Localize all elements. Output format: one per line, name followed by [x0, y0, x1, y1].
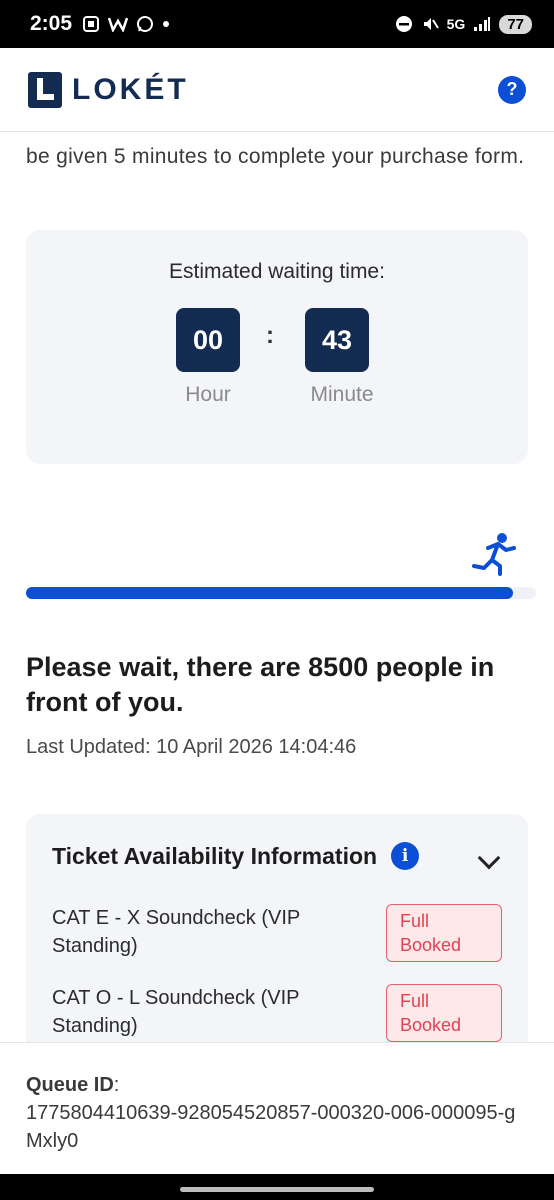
- waiting-time-title: Estimated waiting time:: [169, 260, 385, 283]
- availability-title: Ticket Availability Information: [52, 842, 378, 869]
- hour-value: 00: [176, 308, 240, 372]
- screenshot-icon: [83, 16, 100, 32]
- system-navigation-bar: [0, 1174, 554, 1200]
- hour-label: Hour: [185, 383, 231, 406]
- status-bar: 2:05 5G 77: [0, 0, 554, 48]
- info-icon[interactable]: i: [391, 842, 420, 870]
- ticket-name: CAT O - L Soundcheck (VIP Standing): [52, 987, 300, 1037]
- time-separator: :: [266, 322, 274, 349]
- logo-mark-icon: [28, 71, 62, 108]
- queue-id-label: Queue ID: [26, 1074, 114, 1096]
- status-badge: Full Booked: [386, 904, 502, 962]
- status-notification-icons: [82, 15, 170, 33]
- signal-icon: [474, 17, 491, 31]
- intro-text: be given 5 minutes to complete your purc…: [26, 145, 525, 168]
- app-header: LOKÉT ?: [0, 48, 554, 132]
- minute-label: Minute: [310, 383, 374, 406]
- network-type: 5G: [446, 16, 466, 32]
- whatsapp-icon: [137, 16, 154, 32]
- running-person-icon: [472, 533, 516, 576]
- last-updated-text: Last Updated: 10 April 2026 14:04:46: [26, 736, 357, 758]
- chevron-down-icon[interactable]: [477, 846, 501, 870]
- minute-value: 43: [305, 308, 369, 372]
- queue-progress-bar: [26, 587, 536, 599]
- loket-logo[interactable]: LOKÉT: [28, 71, 189, 108]
- help-icon: ?: [506, 79, 518, 99]
- ticket-name: CAT E - X Soundcheck (VIP Standing): [52, 907, 300, 957]
- availability-header: Ticket Availability Information i: [52, 842, 420, 870]
- queue-id-colon: :: [113, 1074, 120, 1096]
- queue-id-line: Queue ID:: [26, 1071, 528, 1099]
- dot-icon: [163, 21, 170, 27]
- queue-id-value: 1775804410639-928054520857-000320-006-00…: [26, 1102, 516, 1152]
- queue-position-heading: Please wait, there are 8500 people in fr…: [26, 652, 495, 717]
- queue-progress-fill: [26, 587, 514, 599]
- home-gesture-handle[interactable]: [180, 1187, 374, 1192]
- help-button[interactable]: ?: [498, 75, 526, 104]
- queue-id-footer: Queue ID: 1775804410639-928054520857-000…: [0, 1042, 554, 1174]
- w-app-icon: [108, 17, 129, 32]
- ticket-availability-card: Ticket Availability Information i CAT E …: [26, 814, 528, 1042]
- do-not-disturb-icon: [395, 16, 412, 32]
- queue-content[interactable]: be given 5 minutes to complete your purc…: [0, 132, 554, 1042]
- brand-name: LOKÉT: [72, 72, 189, 106]
- battery-indicator: 77: [499, 14, 532, 34]
- mute-icon: [423, 18, 439, 30]
- status-badge: Full Booked: [386, 984, 502, 1042]
- waiting-time-card: Estimated waiting time: 00 : 43 Hour Min…: [26, 230, 528, 464]
- status-system-icons: 5G 77: [395, 14, 532, 34]
- status-time: 2:05: [30, 12, 73, 35]
